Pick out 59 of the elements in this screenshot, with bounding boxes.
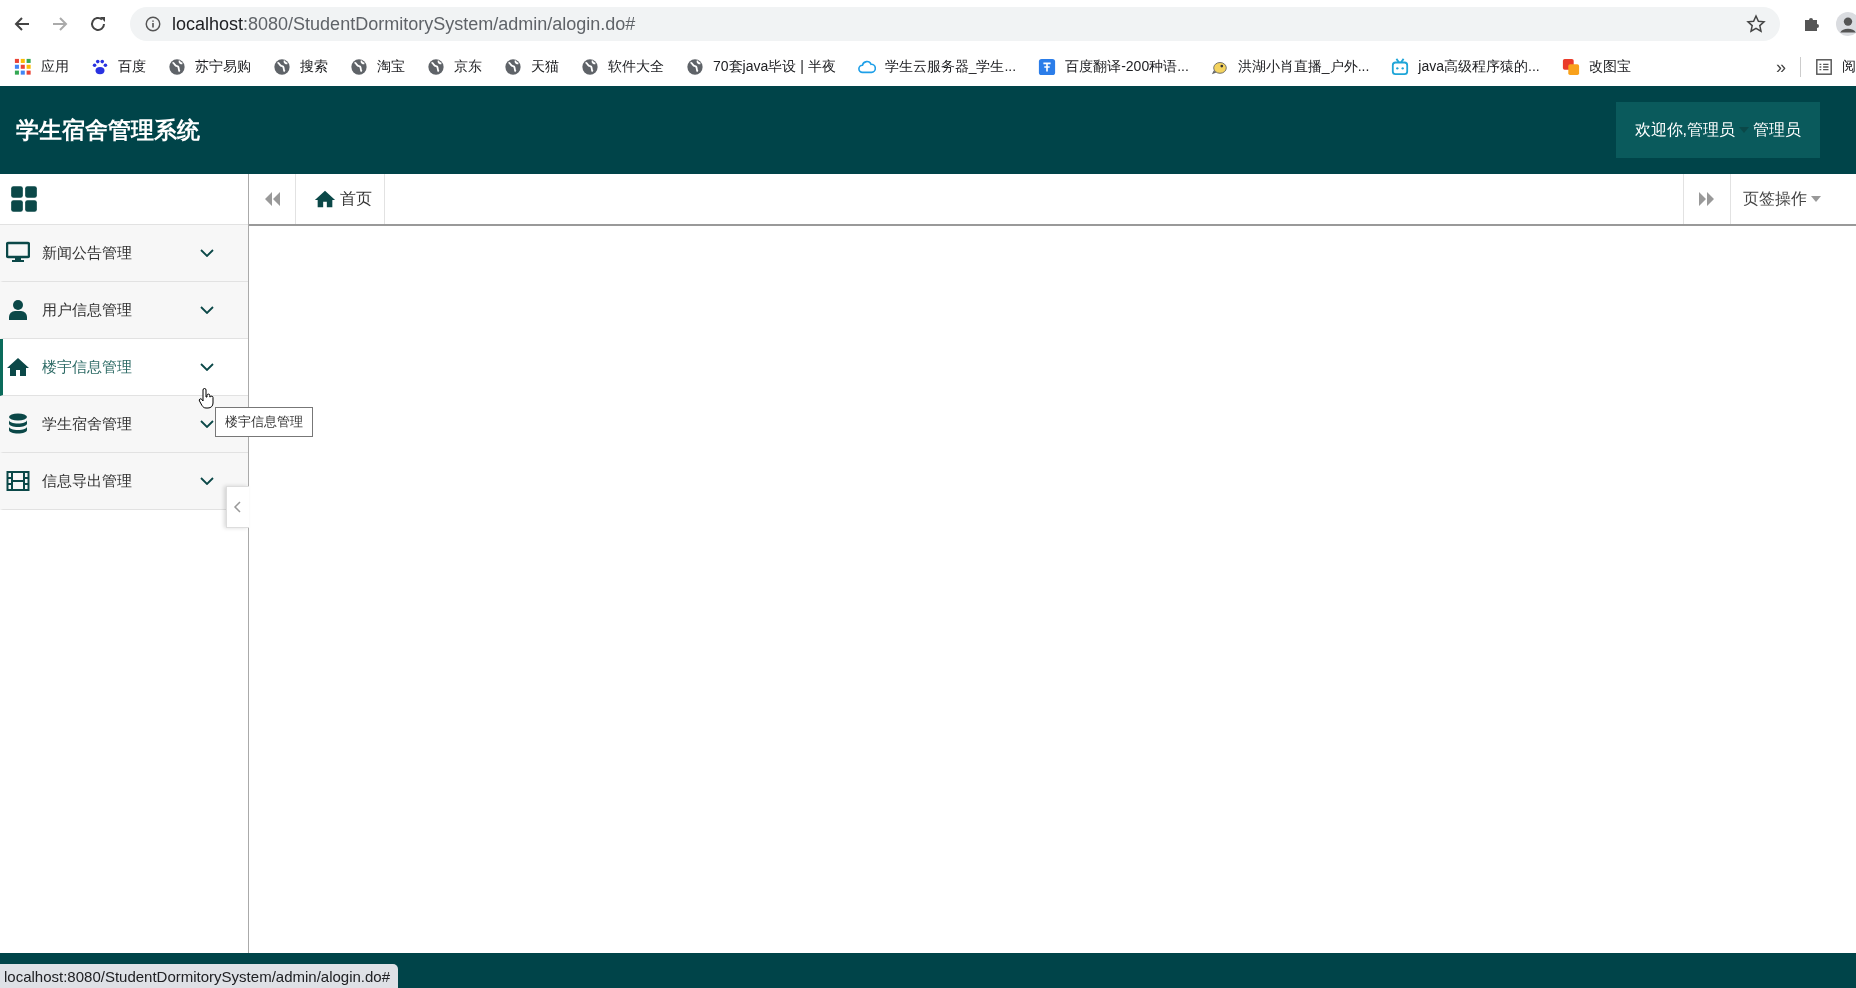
app-title: 学生宿舍管理系统 xyxy=(16,115,200,145)
globe-icon xyxy=(168,58,186,76)
globe-icon xyxy=(273,58,291,76)
translate-icon xyxy=(1038,58,1057,76)
globe-icon xyxy=(581,58,599,76)
tv-icon xyxy=(1391,58,1410,76)
sidebar-item[interactable]: 新闻公告管理 xyxy=(0,225,248,282)
reading-list-button[interactable]: 阅 xyxy=(1815,58,1856,76)
sidebar-item[interactable]: 信息导出管理 xyxy=(0,453,248,510)
bookmark[interactable]: java高级程序猿的... xyxy=(1391,58,1540,76)
bookmark[interactable]: 百度翻译-200种语... xyxy=(1038,58,1189,76)
bookmark[interactable]: 淘宝 xyxy=(350,58,405,76)
double-arrow-right-icon xyxy=(1697,191,1717,207)
sidebar-item[interactable]: 用户信息管理 xyxy=(0,282,248,339)
paw-icon xyxy=(91,58,109,76)
monitor-icon xyxy=(6,241,30,265)
bookmark[interactable]: 70套java毕设 | 半夜 xyxy=(686,58,836,76)
chevron-down-icon xyxy=(200,420,214,428)
info-icon[interactable] xyxy=(144,15,162,33)
film-icon xyxy=(6,469,30,493)
more-bookmarks-button[interactable]: » xyxy=(1776,56,1786,78)
bookmark[interactable]: 天猫 xyxy=(504,58,559,76)
house-icon xyxy=(314,188,336,210)
home-tab[interactable]: 首页 xyxy=(296,174,385,224)
globe-icon xyxy=(350,58,368,76)
cloud-icon xyxy=(857,58,876,76)
address-bar[interactable]: localhost:8080/StudentDormitorySystem/admin/alogin.do# xyxy=(130,7,1780,41)
house-icon xyxy=(6,355,30,379)
tooltip: 楼宇信息管理 xyxy=(215,407,313,437)
bookmark[interactable]: 百度 xyxy=(91,58,146,76)
bookmark[interactable]: 学生云服务器_学生... xyxy=(857,58,1017,76)
database-icon xyxy=(6,412,30,436)
sidebar-item[interactable]: 楼宇信息管理 xyxy=(0,339,248,396)
hand-cursor-icon xyxy=(198,388,214,410)
star-icon[interactable] xyxy=(1746,14,1766,34)
user-menu[interactable]: 欢迎你,管理员 管理员 xyxy=(1615,102,1820,158)
chevron-down-icon xyxy=(200,306,214,314)
profile-icon[interactable] xyxy=(1836,12,1856,36)
chevron-down-icon xyxy=(200,249,214,257)
globe-icon xyxy=(686,58,704,76)
overlapping-squares-icon xyxy=(1561,58,1580,76)
user-icon xyxy=(6,298,30,322)
grid-icon[interactable] xyxy=(10,185,38,213)
caret-icon xyxy=(1811,196,1821,202)
bookmark[interactable]: 洪湖小肖直播_户外... xyxy=(1210,58,1370,76)
chevron-down-icon xyxy=(200,363,214,371)
globe-icon xyxy=(504,58,522,76)
bookmark[interactable]: 苏宁易购 xyxy=(168,58,251,76)
bookmark[interactable]: 搜索 xyxy=(273,58,328,76)
tab-actions-dropdown[interactable]: 页签操作 xyxy=(1730,174,1856,224)
bookmark[interactable]: 软件大全 xyxy=(581,58,664,76)
bookmark[interactable]: 应用 xyxy=(14,58,69,76)
bookmark[interactable]: 京东 xyxy=(427,58,482,76)
globe-icon xyxy=(427,58,445,76)
chevron-down-icon xyxy=(200,477,214,485)
status-url: localhost:8080/StudentDormitorySystem/admin/alogin.do# xyxy=(0,964,399,988)
list-icon xyxy=(1815,58,1833,76)
bookmark[interactable]: 改图宝 xyxy=(1561,58,1631,76)
apps-grid-icon xyxy=(14,58,32,76)
